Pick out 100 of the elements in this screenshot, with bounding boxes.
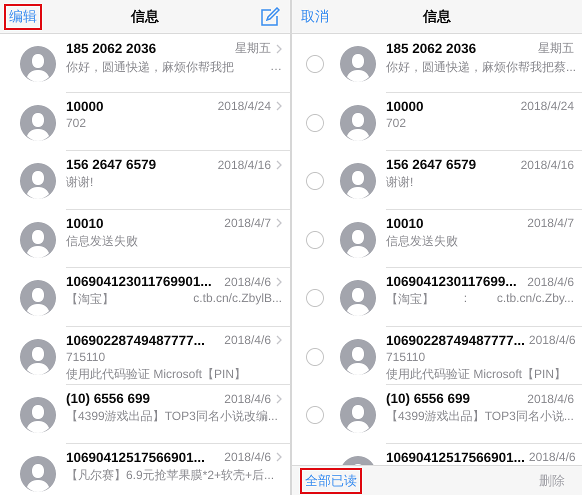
screen-title: 信息: [131, 8, 159, 26]
message-date: 2018/4/6: [528, 333, 576, 347]
sender-name: (10) 6556 699: [386, 391, 470, 406]
message-preview: 你好，圆通快递，麻烦你帮我把: [66, 59, 234, 76]
sender-name: (10) 6556 699: [66, 391, 150, 406]
select-radio[interactable]: [306, 55, 324, 73]
chevron-icon: [276, 44, 282, 54]
message-preview: 715110: [386, 350, 426, 364]
sender-name: 10690228749487777...: [66, 332, 205, 348]
chevron-icon: [276, 335, 282, 345]
conversation-row[interactable]: 10690228749487777... 2018/4/6 715110 使用此代码验证 Microsoft【PIN】: [0, 326, 290, 385]
conversation-row[interactable]: 185 2062 2036 星期五 你好，圆通快递，麻烦你帮我把蔡...: [292, 34, 582, 92]
message-preview: 【4399游戏出品】TOP3同名小说...: [386, 408, 574, 425]
select-radio[interactable]: [306, 406, 324, 424]
sender-name: 156 2647 6579: [386, 157, 476, 172]
conversation-row[interactable]: 10000 2018/4/24 702: [0, 92, 290, 151]
sender-name: 156 2647 6579: [66, 157, 156, 172]
message-date: 2018/4/6: [527, 274, 574, 288]
sender-name: 10690228749487777...: [386, 332, 525, 348]
compose-icon[interactable]: [260, 6, 280, 26]
avatar-icon: [340, 46, 376, 82]
avatar-icon: [20, 338, 56, 374]
message-preview: 【凡尔赛】6.9元抢苹果膜*2+软壳+后...: [66, 466, 274, 484]
avatar-icon: [340, 338, 376, 374]
sender-name: 1069041230117699...: [386, 274, 517, 289]
chevron-icon: [276, 101, 282, 111]
sender-name: 10010: [66, 216, 104, 230]
message-preview: 715110: [66, 350, 106, 364]
avatar-icon: [20, 104, 56, 140]
message-date: 2018/4/6: [528, 450, 576, 464]
chevron-icon: [276, 218, 282, 228]
message-preview: 【淘宝】: [386, 291, 434, 308]
conversation-row[interactable]: 156 2647 6579 2018/4/16 谢谢!: [292, 151, 582, 210]
message-date: 2018/4/16: [520, 158, 574, 172]
select-radio[interactable]: [306, 230, 324, 248]
message-preview: 使用此代码验证 Microsoft【PIN】: [66, 366, 246, 382]
conversation-row[interactable]: 1069041230117699... 2018/4/6 【淘宝】 : c.tb.cn/c.Zby...: [292, 268, 582, 326]
chevron-icon: [276, 394, 282, 404]
avatar-icon: [20, 397, 56, 433]
screen-title: 信息: [423, 8, 451, 26]
conversation-row[interactable]: 185 2062 2036 星期五 你好，圆通快递，麻烦你帮我把 …: [0, 34, 290, 92]
sender-name: 10010: [386, 216, 424, 230]
avatar-icon: [20, 456, 56, 492]
message-preview: c.tb.cn/c.Zby...: [496, 291, 574, 307]
message-date: 2018/4/16: [218, 158, 271, 172]
message-preview: 【淘宝】: [66, 291, 114, 308]
message-preview: 信息发送失败: [66, 232, 138, 250]
sender-name: 185 2062 2036: [66, 41, 156, 56]
message-date: 2018/4/6: [224, 450, 271, 464]
message-preview: 信息发送失败: [386, 232, 458, 250]
conversation-row[interactable]: 156 2647 6579 2018/4/16 谢谢!: [0, 151, 290, 210]
conversation-row[interactable]: 10690228749487777... 2018/4/6 715110 使用此代码验证 Microsoft【PIN】: [292, 326, 582, 385]
select-radio[interactable]: [306, 289, 324, 307]
conversation-row[interactable]: 10000 2018/4/24 702: [292, 92, 582, 151]
message-date: 星期五: [235, 40, 271, 57]
chevron-icon: [276, 160, 282, 170]
message-preview: 使用此代码验证 Microsoft【PIN】: [386, 366, 566, 382]
conversation-row[interactable]: 10010 2018/4/7 信息发送失败: [0, 210, 290, 268]
message-date: 2018/4/24: [520, 99, 574, 113]
conversation-row[interactable]: (10) 6556 699 2018/4/6 【4399游戏出品】TOP3同名小说...: [292, 385, 582, 444]
message-date: 星期五: [538, 40, 574, 57]
avatar-icon: [340, 222, 376, 258]
message-preview: :: [464, 291, 468, 307]
avatar-icon: [340, 163, 376, 199]
conversation-row[interactable]: 10010 2018/4/7 信息发送失败: [292, 210, 582, 268]
sender-name: 10000: [66, 98, 104, 114]
message-preview: 谢谢!: [386, 174, 414, 191]
sender-name: 10000: [386, 98, 424, 114]
message-date: 2018/4/6: [224, 333, 271, 347]
conversation-row[interactable]: (10) 6556 699 2018/4/6 【4399游戏出品】TOP3同名小说改编...: [0, 385, 290, 444]
message-preview: 【4399游戏出品】TOP3同名小说改编...: [66, 408, 278, 425]
message-date: 2018/4/6: [224, 392, 271, 406]
avatar-icon: [20, 46, 56, 82]
message-preview: 702: [66, 116, 86, 130]
avatar-icon: [20, 163, 56, 199]
avatar-icon: [20, 222, 56, 258]
sender-name: 10690412517566901...: [386, 450, 525, 464]
message-date: 2018/4/7: [527, 216, 574, 230]
message-date: 2018/4/24: [218, 99, 271, 113]
message-date: 2018/4/7: [224, 216, 271, 230]
conversation-row[interactable]: 10690412517566901... 2018/4/6 【凡尔赛】6.9元抢苹果膜*2+软壳+后...: [0, 444, 290, 495]
select-radio[interactable]: [306, 172, 324, 190]
sender-name: 10690412517566901...: [66, 450, 205, 464]
avatar-icon: [340, 397, 376, 433]
chevron-icon: [276, 276, 282, 286]
avatar-icon: [340, 280, 376, 316]
select-radio[interactable]: [306, 114, 324, 132]
message-preview: …: [270, 59, 282, 75]
message-date: 2018/4/6: [224, 274, 271, 288]
select-radio[interactable]: [306, 348, 324, 366]
conversation-row[interactable]: 106904123011769901... 2018/4/6 【淘宝】 c.tb.cn/c.ZbylB...: [0, 268, 290, 326]
sender-name: 106904123011769901...: [66, 274, 212, 289]
message-preview: c.tb.cn/c.ZbylB...: [193, 291, 282, 307]
message-preview: 谢谢!: [66, 174, 94, 191]
avatar-icon: [340, 104, 376, 140]
message-date: 2018/4/6: [527, 392, 574, 406]
sender-name: 185 2062 2036: [386, 41, 476, 56]
avatar-icon: [20, 280, 56, 316]
message-preview: 你好，圆通快递，麻烦你帮我把蔡...: [386, 59, 576, 76]
chevron-icon: [276, 452, 282, 462]
